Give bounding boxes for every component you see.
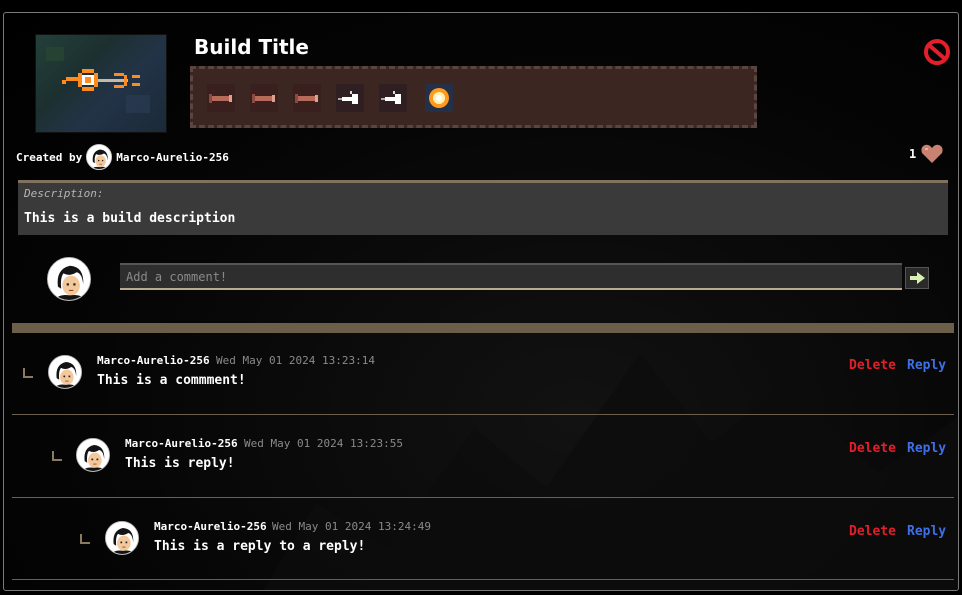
ship-icon — [46, 47, 150, 113]
missile-icon — [209, 94, 232, 103]
comment-date: Wed May 01 2024 13:24:49 — [272, 520, 431, 533]
missile-icon — [252, 94, 275, 103]
current-user-avatar — [47, 257, 91, 301]
like-counter[interactable]: 1 — [909, 144, 944, 164]
comment-item: Marco-Aurelio-256 Wed May 01 2024 13:23:… — [12, 333, 954, 415]
comment-avatar[interactable] — [76, 438, 110, 472]
comment-input[interactable] — [120, 263, 902, 290]
weapon-slot-3[interactable] — [293, 84, 321, 112]
send-comment-button[interactable] — [905, 267, 929, 289]
report-ban-icon[interactable] — [922, 37, 952, 67]
author-avatar[interactable] — [86, 144, 113, 170]
comment-avatar[interactable] — [48, 355, 82, 389]
thruster-icon — [381, 91, 401, 104]
author-name[interactable]: Marco-Aurelio-256 — [116, 151, 229, 164]
thread-branch — [23, 368, 33, 378]
reply-button[interactable]: Reply — [907, 524, 946, 539]
build-detail-panel: Build Title Created by Marco-Aurelio-256… — [3, 12, 959, 591]
comment-author[interactable]: Marco-Aurelio-256 — [97, 354, 210, 367]
created-by-label: Created by — [16, 150, 83, 164]
weapon-slot-4[interactable] — [336, 84, 364, 112]
comment-separator — [12, 414, 954, 415]
description-label: Description: — [24, 187, 104, 200]
reply-button[interactable]: Reply — [907, 358, 946, 373]
delete-button[interactable]: Delete — [849, 441, 896, 456]
heart-icon[interactable] — [920, 144, 944, 164]
energy-orb-icon — [429, 88, 449, 108]
description-text: This is a build description — [24, 211, 236, 226]
comment-separator — [12, 579, 954, 580]
weapon-slot-1[interactable] — [207, 84, 235, 112]
reply-button[interactable]: Reply — [907, 441, 946, 456]
comment-avatar[interactable] — [105, 521, 139, 555]
comment-text: This is a reply to a reply! — [154, 539, 366, 554]
comment-date: Wed May 01 2024 13:23:14 — [216, 354, 375, 367]
thread-branch — [52, 451, 62, 461]
build-title: Build Title — [194, 35, 309, 59]
delete-button[interactable]: Delete — [849, 358, 896, 373]
comment-author[interactable]: Marco-Aurelio-256 — [125, 437, 238, 450]
like-count: 1 — [909, 147, 917, 161]
weapon-slot-6[interactable] — [425, 84, 453, 112]
comment-separator — [12, 497, 954, 498]
comments-divider — [12, 323, 954, 333]
thread-branch — [80, 534, 90, 544]
ship-thumbnail — [35, 34, 167, 133]
delete-button[interactable]: Delete — [849, 524, 896, 539]
build-author-line: Created by Marco-Aurelio-256 — [16, 144, 229, 170]
thruster-icon — [338, 91, 358, 104]
comment-text: This is a commment! — [97, 373, 246, 388]
weapon-slot-2[interactable] — [250, 84, 278, 112]
description-box: Description: This is a build description — [18, 180, 948, 235]
comment-author[interactable]: Marco-Aurelio-256 — [154, 520, 267, 533]
comment-item: Marco-Aurelio-256 Wed May 01 2024 13:23:… — [12, 416, 954, 498]
arrow-right-icon — [910, 272, 925, 284]
comment-item: Marco-Aurelio-256 Wed May 01 2024 13:24:… — [12, 499, 954, 581]
weapon-slot-5[interactable] — [379, 84, 407, 112]
comment-text: This is reply! — [125, 456, 235, 471]
weapon-loadout — [190, 66, 757, 128]
comment-date: Wed May 01 2024 13:23:55 — [244, 437, 403, 450]
missile-icon — [295, 94, 318, 103]
